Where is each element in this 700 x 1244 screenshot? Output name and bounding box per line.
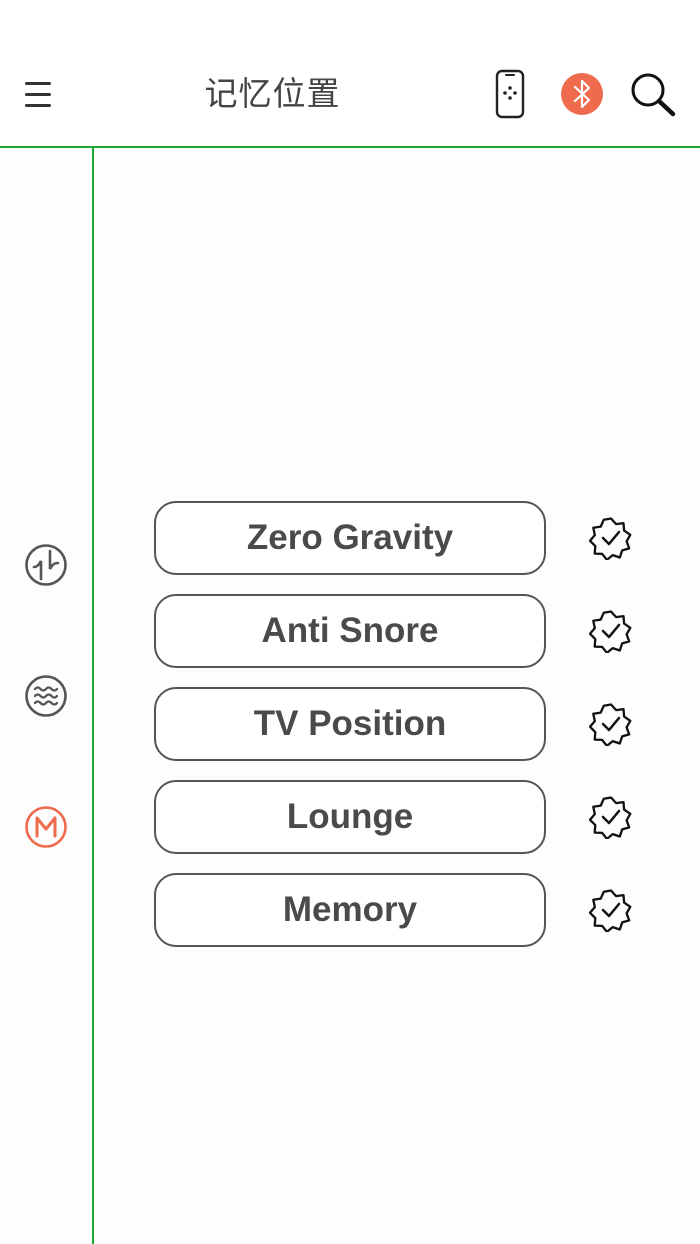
- menu-icon-line: [25, 104, 51, 107]
- tv-position-button[interactable]: TV Position: [154, 687, 546, 761]
- save-check-icon[interactable]: [588, 702, 633, 748]
- zero-gravity-button[interactable]: Zero Gravity: [154, 501, 546, 575]
- sidebar-item-massage[interactable]: [24, 543, 68, 587]
- anti-snore-button[interactable]: Anti Snore: [154, 594, 546, 668]
- page-title: 记忆位置: [204, 74, 341, 113]
- lounge-button[interactable]: Lounge: [154, 780, 546, 854]
- memory-row: Lounge: [154, 780, 634, 856]
- memory-button[interactable]: Memory: [154, 873, 546, 947]
- save-check-icon[interactable]: [588, 516, 633, 562]
- memory-row: Memory: [154, 873, 634, 949]
- memory-row: Anti Snore: [154, 594, 634, 670]
- massage-wave-icon: [25, 544, 67, 586]
- menu-icon-line: [25, 93, 51, 96]
- memory-row: Zero Gravity: [154, 501, 634, 577]
- remote-phone-icon[interactable]: [494, 69, 526, 119]
- save-check-icon[interactable]: [588, 795, 633, 841]
- vibration-icon: [25, 675, 67, 717]
- search-icon[interactable]: [629, 71, 677, 119]
- memory-m-icon: [25, 806, 67, 848]
- menu-icon-line: [25, 82, 51, 85]
- sidebar-item-vibration[interactable]: [24, 674, 68, 718]
- bluetooth-icon[interactable]: [560, 72, 604, 116]
- save-check-icon[interactable]: [588, 609, 633, 655]
- save-check-icon[interactable]: [588, 888, 633, 934]
- sidebar-item-memory[interactable]: [24, 805, 68, 849]
- sidebar: [0, 148, 94, 1244]
- app-header: 记忆位置: [0, 0, 700, 148]
- menu-button[interactable]: [20, 74, 58, 114]
- memory-row: TV Position: [154, 687, 634, 763]
